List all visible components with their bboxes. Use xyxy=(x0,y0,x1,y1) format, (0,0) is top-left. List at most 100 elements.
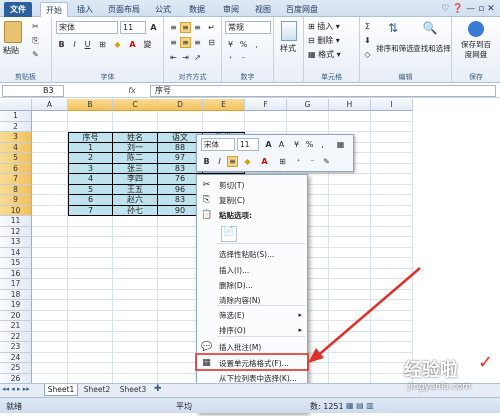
grid-cell[interactable] xyxy=(371,300,413,311)
context-menu-item-2[interactable]: 📋 粘贴选项: xyxy=(197,208,307,223)
grid-cell[interactable] xyxy=(68,310,113,321)
grid-cell[interactable] xyxy=(32,331,68,342)
grid-cell[interactable] xyxy=(32,132,68,143)
grid-cell[interactable] xyxy=(329,279,371,290)
font-name-dropdown[interactable]: 宋体 xyxy=(56,21,118,34)
tab-baidu-netdisk[interactable]: 百度网盘 xyxy=(282,2,322,17)
row-header-22[interactable]: 22 xyxy=(0,331,32,342)
table-data-cell[interactable]: 1 xyxy=(68,142,113,153)
grid-cell[interactable] xyxy=(371,121,413,132)
grid-cell[interactable] xyxy=(32,363,68,374)
mini-grow-font-icon[interactable]: A xyxy=(263,139,274,150)
grid-cell[interactable] xyxy=(203,121,245,132)
context-menu-item-0[interactable]: ✂ 剪切(T) xyxy=(197,178,307,193)
grid-cell[interactable] xyxy=(32,163,68,174)
mini-currency-icon[interactable]: ¥ xyxy=(291,139,302,150)
grid-cell[interactable] xyxy=(32,226,68,237)
context-menu-item-3[interactable]: 📄 xyxy=(197,223,307,245)
table-data-cell[interactable]: 4 xyxy=(68,174,113,185)
mini-bold-button[interactable]: B xyxy=(201,156,212,167)
paste-button[interactable]: 粘贴 xyxy=(3,45,19,56)
sort-filter-button[interactable]: 排序和筛选 xyxy=(376,43,414,54)
font-size-dropdown[interactable]: 11 xyxy=(120,21,146,34)
column-header-d[interactable]: D xyxy=(158,99,203,111)
grid-cell[interactable] xyxy=(32,342,68,353)
column-header-i[interactable]: I xyxy=(371,99,413,111)
table-data-cell[interactable]: 3 xyxy=(68,163,113,174)
grid-cell[interactable] xyxy=(371,279,413,290)
row-header-18[interactable]: 18 xyxy=(0,289,32,300)
row-header-13[interactable]: 13 xyxy=(0,237,32,248)
grid-cell[interactable] xyxy=(371,226,413,237)
table-data-cell[interactable]: 李四 xyxy=(113,174,158,185)
grid-cell[interactable] xyxy=(371,342,413,353)
column-header-f[interactable]: F xyxy=(245,99,287,111)
percent-button[interactable]: % xyxy=(238,39,249,50)
align-bottom-icon[interactable]: ≡ xyxy=(192,22,203,33)
fx-button[interactable]: fx xyxy=(118,85,146,97)
tab-page-layout[interactable]: 页面布局 xyxy=(104,2,144,17)
context-menu-item-8[interactable]: 筛选(E) ▸ xyxy=(197,308,307,323)
column-header-h[interactable]: H xyxy=(329,99,371,111)
grid-cell[interactable] xyxy=(32,258,68,269)
row-header-24[interactable]: 24 xyxy=(0,352,32,363)
grid-cell[interactable] xyxy=(113,121,158,132)
grid-cell[interactable] xyxy=(68,342,113,353)
context-menu-item-11[interactable]: ▦ 设置单元格格式(F)... xyxy=(197,356,307,371)
grid-cell[interactable] xyxy=(371,216,413,227)
table-data-cell[interactable]: 5 xyxy=(68,184,113,195)
grid-cell[interactable] xyxy=(113,237,158,248)
sort-filter-icon[interactable]: ⇅ xyxy=(385,21,401,39)
bold-button[interactable]: B xyxy=(56,39,67,50)
mini-italic-button[interactable]: I xyxy=(214,156,225,167)
grid-cell[interactable] xyxy=(113,258,158,269)
column-header-b[interactable]: B xyxy=(68,99,113,111)
grid-cell[interactable] xyxy=(371,205,413,216)
grid-cell[interactable] xyxy=(329,363,371,374)
tab-file[interactable]: 文件 xyxy=(4,2,32,17)
grid-cell[interactable] xyxy=(329,258,371,269)
grid-cell[interactable] xyxy=(32,205,68,216)
mini-shrink-font-icon[interactable]: A xyxy=(276,139,287,150)
sheet-tab-3[interactable]: Sheet3 xyxy=(116,384,150,396)
grid-cell[interactable] xyxy=(113,342,158,353)
grid-cell[interactable] xyxy=(329,268,371,279)
grid-cell[interactable] xyxy=(371,289,413,300)
mini-center-icon[interactable]: ≡ xyxy=(227,156,238,167)
fill-color-icon[interactable]: ◆ xyxy=(112,39,123,50)
grid-cell[interactable] xyxy=(68,268,113,279)
pinyin-button[interactable]: 變 xyxy=(142,39,153,50)
row-header-1[interactable]: 1 xyxy=(0,111,32,122)
grid-cell[interactable] xyxy=(371,268,413,279)
row-header-8[interactable]: 8 xyxy=(0,184,32,195)
underline-button[interactable]: U xyxy=(82,39,93,50)
grid-cell[interactable] xyxy=(32,195,68,206)
grid-cell[interactable] xyxy=(32,289,68,300)
align-left-icon[interactable]: ≡ xyxy=(168,37,179,48)
mini-format-painter-icon[interactable]: ✎ xyxy=(321,156,332,167)
grid-cell[interactable] xyxy=(245,111,287,122)
fill-icon[interactable]: ⬇ xyxy=(362,35,373,46)
grid-cell[interactable] xyxy=(287,111,329,122)
grid-cell[interactable] xyxy=(371,237,413,248)
increase-decimal-icon[interactable]: ⁺ xyxy=(225,53,236,64)
mini-size-dropdown[interactable]: 11 xyxy=(237,138,259,151)
grid-cell[interactable] xyxy=(329,352,371,363)
grid-cell[interactable] xyxy=(68,300,113,311)
grid-cell[interactable] xyxy=(113,310,158,321)
grid-cell[interactable] xyxy=(371,174,413,185)
grid-cell[interactable] xyxy=(329,289,371,300)
cells-insert-button[interactable]: ⊞ 插入 ▾ xyxy=(308,21,340,32)
grid-cell[interactable] xyxy=(329,300,371,311)
grid-cell[interactable] xyxy=(113,331,158,342)
grid-cell[interactable] xyxy=(203,111,245,122)
mini-font-color-icon[interactable]: A xyxy=(259,156,270,167)
row-header-25[interactable]: 25 xyxy=(0,363,32,374)
styles-icon[interactable] xyxy=(281,21,297,41)
column-header-e[interactable]: E xyxy=(203,99,245,111)
grid-cell[interactable] xyxy=(68,247,113,258)
grid-cell[interactable] xyxy=(113,300,158,311)
grid-cell[interactable] xyxy=(329,184,371,195)
table-data-cell[interactable]: 2 xyxy=(68,153,113,164)
align-right-icon[interactable]: ≡ xyxy=(192,37,203,48)
